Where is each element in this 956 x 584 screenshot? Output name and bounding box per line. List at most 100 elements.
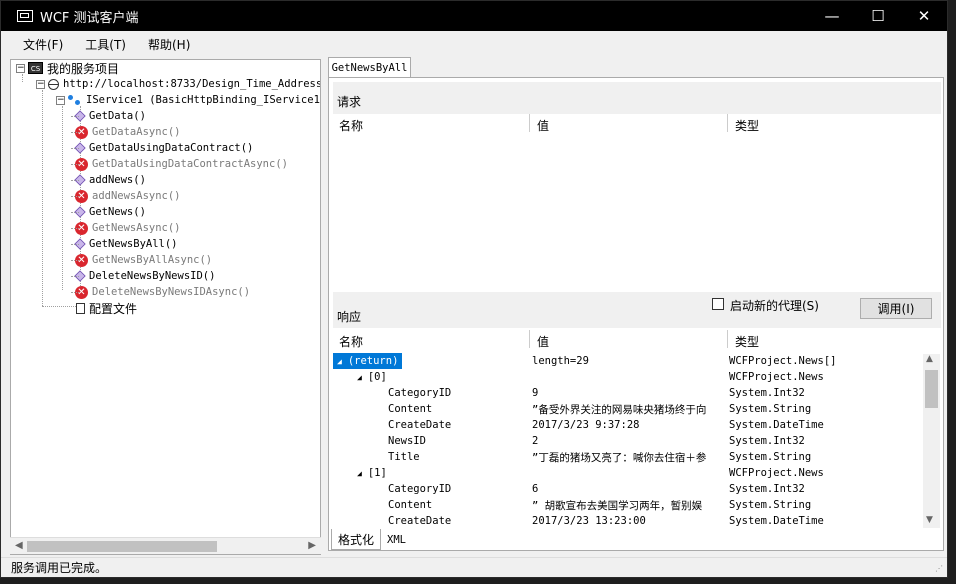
tree-endpoint[interactable]: − http://localhost:8733/Design_Time_Addr… — [36, 76, 321, 92]
response-row-value[interactable]: 2017/3/23 9:37:28 — [532, 417, 728, 433]
tree-operation-item[interactable]: ✕ GetNewsByAllAsync() — [71, 252, 212, 268]
response-grid[interactable]: 名称 值 类型 ◢ (return) length=29 WCFProject.New… — [333, 330, 940, 528]
response-vertical-scrollbar[interactable]: ▲ ▼ — [923, 354, 940, 528]
expand-triangle-icon[interactable]: ◢ — [337, 357, 342, 366]
tab-xml[interactable]: XML — [381, 529, 412, 550]
response-row-value[interactable]: ”丁磊的猪场又亮了：喊你去住宿＋参 — [532, 449, 728, 465]
response-row-name[interactable]: CategoryID — [388, 481, 451, 497]
tree-operation-item[interactable]: ✕ DeleteNewsByNewsIDAsync() — [71, 284, 250, 300]
tree-operation-item[interactable]: ✕ GetNewsAsync() — [71, 220, 181, 236]
response-row-type: System.Int32 — [729, 387, 805, 399]
response-row-type: WCFProject.News — [729, 467, 824, 479]
tree-operation-label: GetDataUsingDataContract() — [89, 142, 254, 154]
globe-icon — [48, 78, 59, 90]
request-grid[interactable]: 名称 值 类型 — [333, 114, 940, 292]
response-row-name-text: Content — [388, 499, 433, 511]
main-window: WCF 测试客户端 — ☐ ✕ 文件(F) 工具(T) 帮助(H) − CS 我… — [0, 0, 948, 578]
menu-tools[interactable]: 工具(T) — [75, 36, 136, 53]
tree-operation-item[interactable]: ✕ addNewsAsync() — [71, 188, 181, 204]
tree-operation-label: GetNewsByAll() — [89, 238, 178, 250]
tree-operation-label: GetDataUsingDataContractAsync() — [92, 158, 288, 170]
maximize-button[interactable]: ☐ — [855, 1, 901, 31]
request-col-type: 类型 — [735, 118, 760, 133]
status-text: 服务调用已完成。 — [11, 561, 108, 575]
response-row-value[interactable] — [532, 465, 728, 481]
response-row-value[interactable]: length=29 — [532, 353, 728, 369]
response-row-value[interactable]: 6 — [532, 481, 728, 497]
response-row-type: WCFProject.News[] — [729, 355, 837, 367]
tree-operation-item[interactable]: GetNews() — [71, 204, 146, 220]
menu-file[interactable]: 文件(F) — [13, 36, 73, 53]
response-row-name-text: CategoryID — [388, 387, 452, 399]
tree-operation-item[interactable]: DeleteNewsByNewsID() — [71, 268, 215, 284]
tree-operation-item[interactable]: ✕ GetDataUsingDataContractAsync() — [71, 156, 288, 172]
tree-operation-item[interactable]: GetNewsByAll() — [71, 236, 178, 252]
scroll-thumb[interactable] — [27, 541, 217, 552]
response-row-name[interactable]: ◢ [0] — [357, 369, 387, 385]
response-row-name[interactable]: ◢ [1] — [357, 465, 387, 481]
response-row-name[interactable]: Content — [388, 497, 432, 513]
response-row-value[interactable] — [532, 369, 728, 385]
tree-operation-label: addNews() — [89, 174, 146, 186]
response-row-type: System.Int32 — [729, 483, 805, 495]
tree-contract-label: IService1 (BasicHttpBinding_IService1) — [86, 94, 321, 106]
collapse-icon[interactable]: − — [36, 79, 45, 89]
file-icon — [76, 302, 85, 314]
tab-formatted[interactable]: 格式化 — [331, 529, 382, 550]
new-proxy-checkbox[interactable] — [712, 298, 724, 310]
scroll-thumb[interactable] — [925, 370, 938, 408]
tree-operation-label: GetNews() — [89, 206, 146, 218]
response-row-name[interactable]: CreateDate — [388, 417, 451, 433]
expand-triangle-icon[interactable]: ◢ — [357, 373, 362, 382]
scroll-down-icon[interactable]: ▼ — [926, 515, 933, 525]
scroll-right-icon[interactable]: ▶ — [308, 540, 316, 551]
response-row-type: System.String — [729, 403, 812, 415]
response-row-value[interactable]: ” 胡歌宣布去美国学习两年，暂别娱 — [532, 497, 728, 513]
tree-horizontal-scrollbar[interactable]: ◀ ▶ — [10, 537, 321, 554]
response-row-name[interactable]: Title — [388, 449, 420, 465]
response-row-name[interactable]: CategoryID — [388, 385, 451, 401]
tree-config-file[interactable]: 配置文件 — [76, 300, 137, 316]
service-tree[interactable]: − CS 我的服务项目 − http://localhost:8733/Desi… — [10, 59, 321, 555]
collapse-icon[interactable]: − — [16, 63, 25, 73]
response-row-type: WCFProject.News — [729, 371, 824, 383]
tree-endpoint-label: http://localhost:8733/Design_Time_Addres… — [63, 78, 321, 90]
app-icon — [17, 10, 33, 22]
tree-operation-item[interactable]: addNews() — [71, 172, 146, 188]
tab-getnewsbyall[interactable]: GetNewsByAll — [328, 57, 411, 78]
minimize-button[interactable]: — — [809, 1, 855, 31]
response-row-name-text: Title — [388, 451, 420, 463]
close-button[interactable]: ✕ — [901, 1, 947, 31]
tree-operation-item[interactable]: GetData() — [71, 108, 146, 124]
collapse-icon[interactable]: − — [56, 95, 65, 105]
response-row-value[interactable]: 2017/3/23 13:23:00 — [532, 513, 728, 529]
response-row-name[interactable]: Content — [388, 401, 432, 417]
tree-operation-item[interactable]: GetDataUsingDataContract() — [71, 140, 254, 156]
expand-triangle-icon[interactable]: ◢ — [357, 469, 362, 478]
tree-config-label: 配置文件 — [89, 301, 138, 316]
new-proxy-label: 启动新的代理(S) — [730, 299, 819, 313]
invoke-button[interactable]: 调用(I) — [860, 298, 932, 319]
response-row-name[interactable]: ◢ (return) — [333, 353, 403, 369]
response-row-value[interactable]: ”备受外界关注的网易味央猪场终于向 — [532, 401, 728, 417]
response-row-name-text: Content — [388, 403, 433, 415]
operation-panel: 请求 名称 值 类型 响应 启动新的代理(S) 调用(I) 名称 值 类型 ◢ (… — [328, 77, 944, 551]
resize-grip-icon[interactable]: ⋰ — [935, 564, 943, 573]
response-row-name-text: [1] — [367, 467, 387, 479]
response-row-name[interactable]: CreateDate — [388, 513, 451, 529]
tree-operation-label: addNewsAsync() — [92, 190, 181, 202]
response-row-value[interactable]: 2 — [532, 433, 728, 449]
tree-operation-label: GetData() — [89, 110, 146, 122]
response-row-value[interactable]: 9 — [532, 385, 728, 401]
response-row-name-text: CreateDate — [388, 515, 452, 527]
response-row-name[interactable]: NewsID — [388, 433, 426, 449]
response-row-type: System.String — [729, 499, 812, 511]
window-title: WCF 测试客户端 — [40, 10, 139, 26]
menu-help[interactable]: 帮助(H) — [138, 36, 200, 53]
tree-contract[interactable]: − IService1 (BasicHttpBinding_IService1) — [56, 92, 321, 108]
scroll-left-icon[interactable]: ◀ — [15, 540, 23, 551]
tree-root[interactable]: − CS 我的服务项目 — [16, 60, 119, 76]
response-row-name-text: NewsID — [388, 435, 426, 447]
tree-operation-item[interactable]: ✕ GetDataAsync() — [71, 124, 181, 140]
scroll-up-icon[interactable]: ▲ — [926, 354, 933, 364]
